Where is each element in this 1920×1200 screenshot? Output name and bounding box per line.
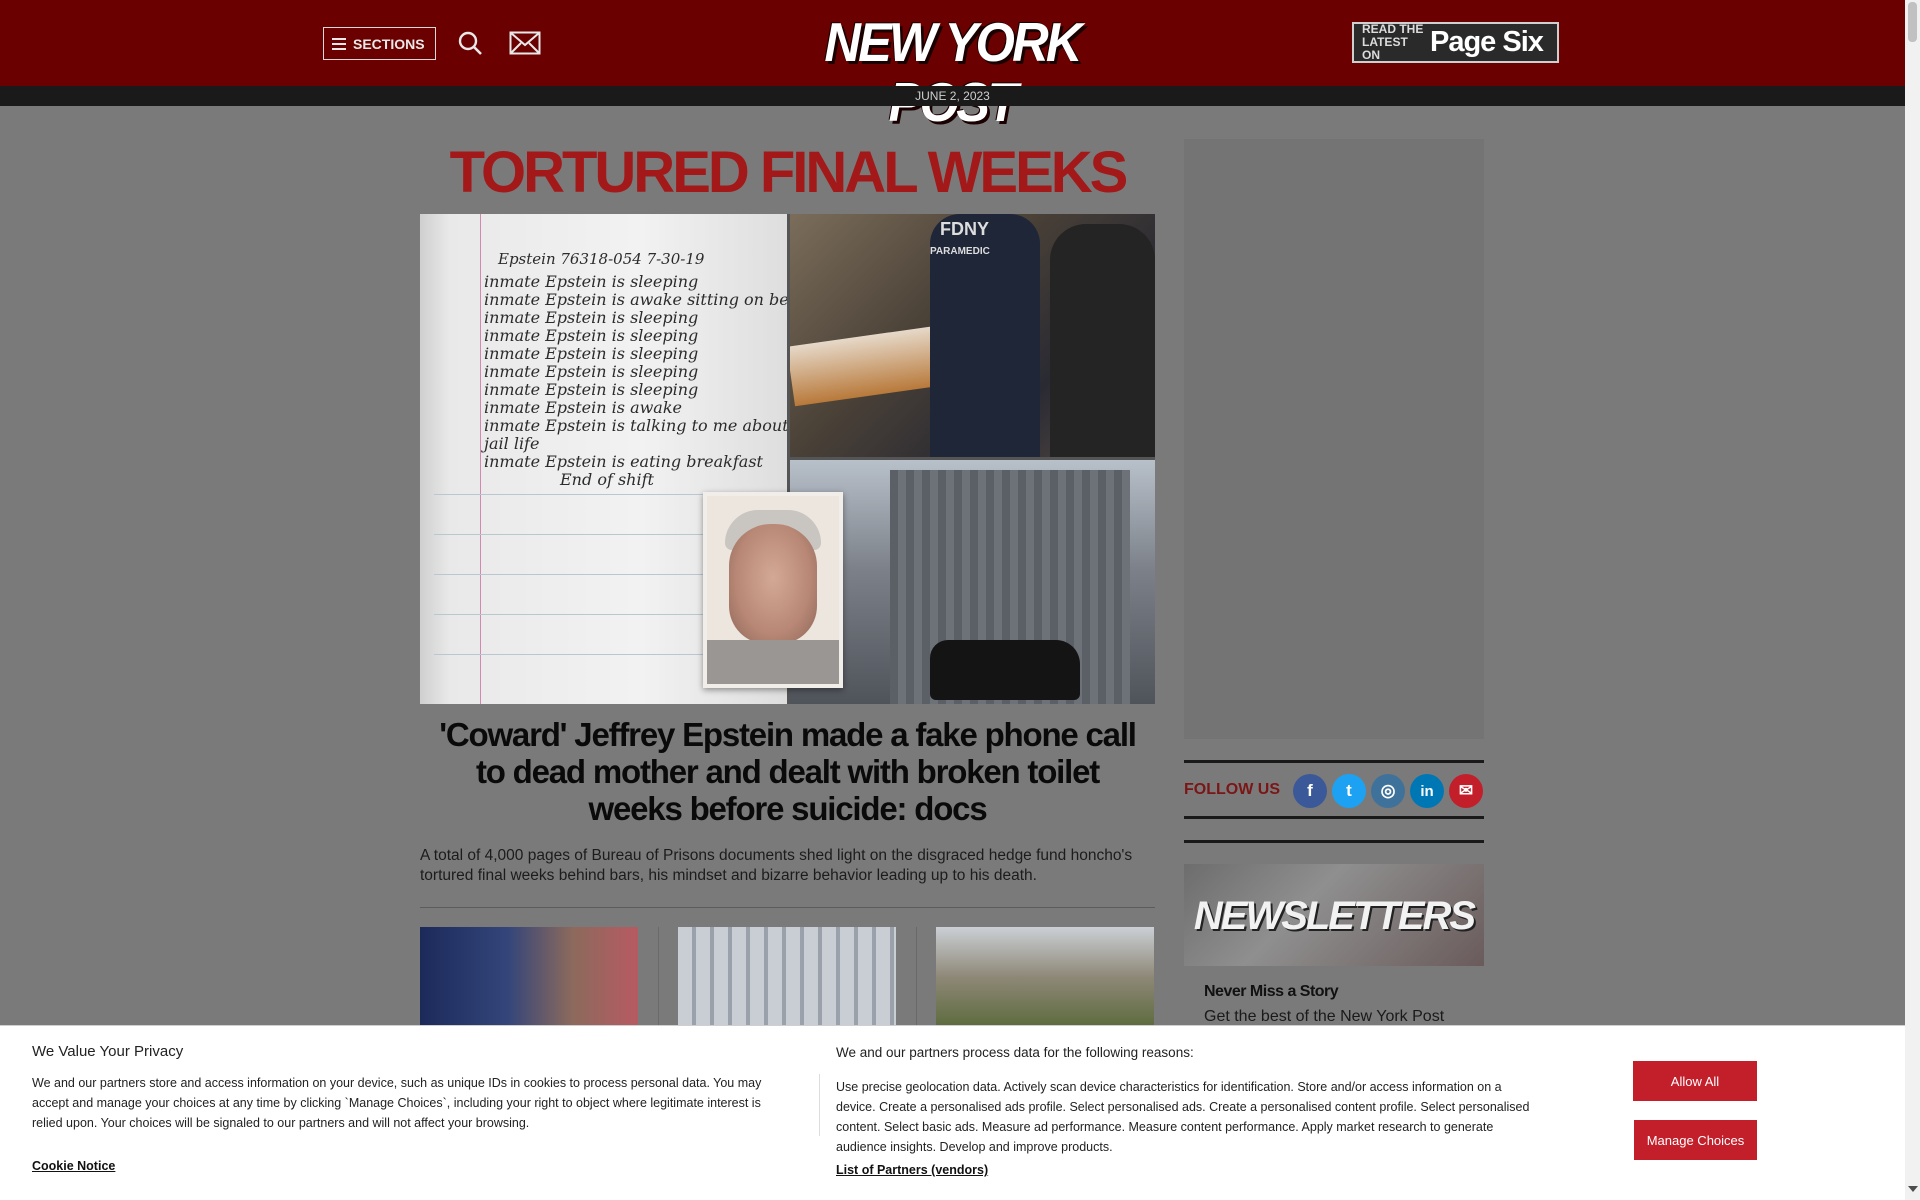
notebook-line: inmate Epstein is talking to me about	[484, 416, 787, 435]
story-thumbnail[interactable]	[420, 927, 638, 1027]
article-headline[interactable]: 'Coward' Jeffrey Epstein made a fake pho…	[430, 716, 1145, 827]
email-icon[interactable]	[509, 31, 541, 55]
epstein-portrait	[703, 492, 843, 688]
hero-image[interactable]: Epstein 76318-054 7-30-19 inmate Epstein…	[420, 214, 1155, 704]
cookie-body: We and our partners store and access inf…	[32, 1076, 762, 1130]
notebook-header: Epstein 76318-054 7-30-19	[498, 250, 705, 268]
thumbnail-divider	[658, 927, 659, 1027]
scrollbar[interactable]	[1905, 0, 1920, 1200]
linkedin-icon[interactable]: in	[1410, 774, 1444, 808]
page-six-promo[interactable]: READ THE LATEST ON Page Six	[1352, 22, 1559, 63]
search-icon[interactable]	[457, 30, 483, 56]
ad-placeholder	[1184, 139, 1484, 739]
shirt-shape	[707, 640, 839, 684]
twitter-icon[interactable]: t	[1332, 774, 1366, 808]
story-thumbnail[interactable]	[678, 927, 896, 1027]
follow-us-label: FOLLOW US	[1184, 781, 1280, 798]
notebook-line: End of shift	[560, 470, 654, 489]
notebook-line: inmate Epstein is awake	[484, 398, 683, 417]
newsletter-divider	[1184, 840, 1484, 843]
cookie-divider	[819, 1074, 820, 1136]
new-york-post-logo[interactable]: NEW YORK POST	[781, 12, 1123, 132]
notebook-line: inmate Epstein is sleeping	[484, 326, 699, 345]
notebook-line: inmate Epstein is sleeping	[484, 362, 699, 381]
jail-building-photo	[790, 460, 1155, 704]
paramedics-photo: FDNY PARAMEDIC	[790, 214, 1155, 457]
manage-choices-button[interactable]: Manage Choices	[1634, 1120, 1757, 1160]
notebook-line: inmate Epstein is sleeping	[484, 308, 699, 327]
cookie-consent-banner: We Value Your Privacy We and our partner…	[0, 1025, 1905, 1200]
scrollbar-thumb[interactable]	[1908, 2, 1917, 42]
follow-divider-top	[1184, 760, 1484, 763]
officer-figure	[1050, 224, 1155, 457]
email-icon[interactable]: ✉	[1449, 774, 1483, 808]
face-shape	[729, 524, 817, 644]
pagesix-logo-text: Page Six	[1430, 26, 1544, 58]
fdny-text: FDNY	[940, 219, 989, 239]
paramedic-text: PARAMEDIC	[930, 246, 990, 257]
newsletter-subtext: Get the best of the New York Post	[1204, 1008, 1445, 1025]
notebook-line: jail life	[484, 434, 540, 453]
date-bar: JUNE 2, 2023	[0, 86, 1905, 106]
article-kicker[interactable]: TORTURED FINAL WEEKS	[420, 138, 1155, 208]
facebook-icon[interactable]: f	[1293, 774, 1327, 808]
cookie-notice-link[interactable]: Cookie Notice	[32, 1159, 115, 1173]
newsletters-title: NEWSLETTERS	[1193, 894, 1476, 938]
article-dek: A total of 4,000 pages of Bureau of Pris…	[420, 847, 1133, 884]
notebook-line: inmate Epstein is sleeping	[484, 380, 699, 399]
purpose-title: We and our partners process data for the…	[836, 1045, 1194, 1060]
newsletter-heading: Never Miss a Story	[1204, 983, 1339, 1000]
pagesix-small-text: READ THE LATEST ON	[1362, 22, 1424, 62]
notebook-line: inmate Epstein is eating breakfast	[484, 452, 763, 471]
divider	[420, 907, 1155, 908]
thumbnail-divider	[916, 927, 917, 1027]
notebook-line: inmate Epstein is sleeping	[484, 344, 699, 363]
notebook-margin-line	[480, 214, 481, 704]
car-shape	[930, 640, 1080, 700]
allow-all-button[interactable]: Allow All	[1633, 1061, 1757, 1101]
scroll-down-arrow-icon[interactable]	[1908, 1186, 1918, 1192]
notebook-line: inmate Epstein is sleeping	[484, 272, 699, 291]
instagram-icon[interactable]: ◎	[1371, 774, 1405, 808]
sections-button[interactable]: SECTIONS	[323, 27, 436, 60]
follow-divider-bottom	[1184, 816, 1484, 819]
notebook-line: inmate Epstein is awake sitting on bed	[484, 290, 787, 309]
sections-label: SECTIONS	[353, 35, 425, 52]
cookie-title: We Value Your Privacy	[32, 1043, 184, 1060]
vendors-link[interactable]: List of Partners (vendors)	[836, 1163, 988, 1177]
hamburger-icon	[332, 37, 346, 50]
newsletter-banner[interactable]: NEWSLETTERS	[1184, 864, 1484, 966]
story-thumbnail[interactable]	[936, 927, 1154, 1027]
purpose-list: Use precise geolocation data. Actively s…	[836, 1080, 1530, 1154]
